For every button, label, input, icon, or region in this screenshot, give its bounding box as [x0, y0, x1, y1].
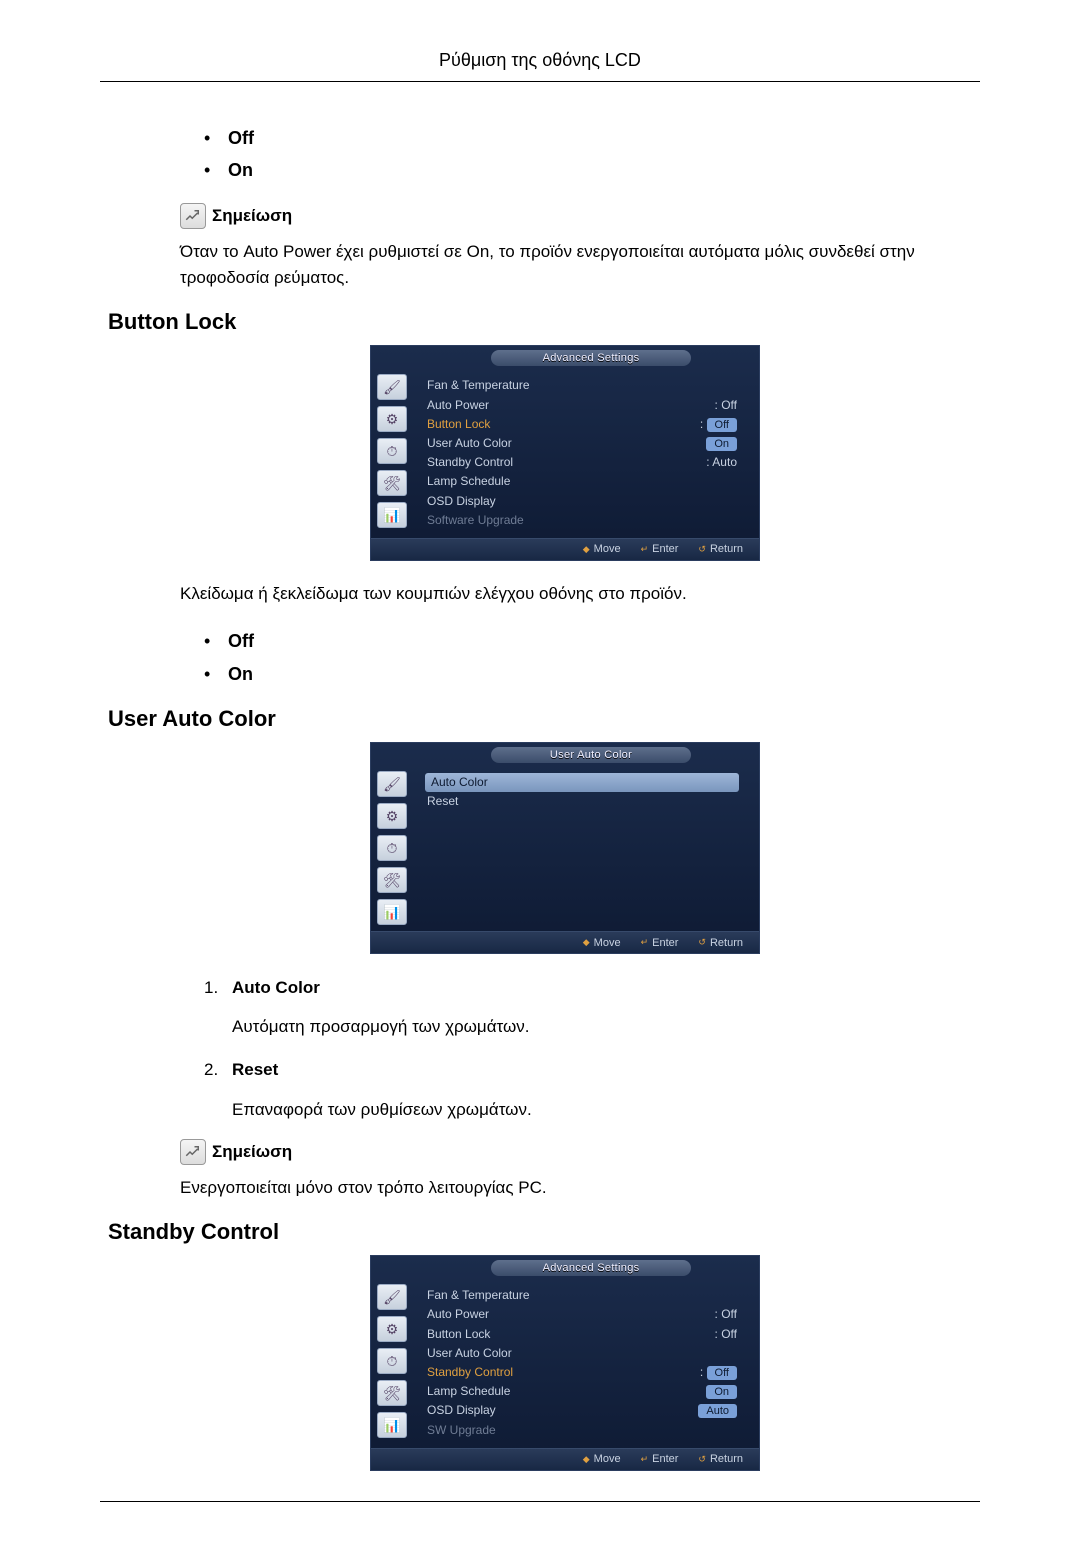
osd-item-label: User Auto Color [427, 434, 512, 453]
note-icon [180, 1139, 206, 1165]
gear-icon: 🛠 [377, 470, 407, 496]
note-label: Σημείωση [212, 206, 292, 226]
note-icon [180, 203, 206, 229]
section-desc: Κλείδωμα ή ξεκλείδωμα των κουμπιών ελέγχ… [180, 581, 950, 607]
osd-title: Advanced Settings [491, 350, 691, 366]
slider-icon: ⚙ [377, 1316, 407, 1342]
osd-title: User Auto Color [491, 747, 691, 763]
osd-panel-advanced-settings: Advanced Settings 🖌 ⚙ ⏱ 🛠 📊 Fan & Temper… [370, 1255, 760, 1471]
osd-title: Advanced Settings [491, 1260, 691, 1276]
osd-item-label: User Auto Color [427, 1344, 512, 1363]
page-footer-rule [100, 1501, 980, 1511]
osd-item-label: Button Lock [427, 415, 490, 434]
osd-value-chip: Auto [698, 1404, 737, 1418]
gear-icon: 🛠 [377, 1380, 407, 1406]
note-text: Ενεργοποιείται μόνο στον τρόπο λειτουργί… [180, 1175, 950, 1201]
page-title: Ρύθμιση της οθόνης LCD [100, 50, 980, 82]
list-item: Reset Επαναφορά των ρυθμίσεων χρωμάτων. [204, 1056, 950, 1122]
osd-panel-advanced-settings: Advanced Settings 🖌 ⚙ ⏱ 🛠 📊 Fan & Temper… [370, 345, 760, 561]
option-list: •Off •On [204, 625, 950, 690]
osd-item-label: SW Upgrade [427, 1421, 496, 1440]
note-text: Όταν το Auto Power έχει ρυθμιστεί σε On,… [180, 239, 950, 292]
osd-item-label: Button Lock [427, 1325, 490, 1344]
clock-icon: ⏱ [377, 835, 407, 861]
osd-footer-hints: ◆Move ↵Enter ↺Return [371, 538, 759, 560]
osd-item-label: OSD Display [427, 1401, 496, 1420]
chart-icon: 📊 [377, 502, 407, 528]
osd-item: Reset [425, 792, 739, 811]
osd-screenshot: Advanced Settings 🖌 ⚙ ⏱ 🛠 📊 Fan & Temper… [180, 1255, 950, 1471]
osd-item-label: Lamp Schedule [427, 1382, 510, 1401]
paint-icon: 🖌 [377, 374, 407, 400]
note-heading: Σημείωση [180, 203, 950, 229]
osd-screenshot: User Auto Color 🖌 ⚙ ⏱ 🛠 📊 Auto Color Res… [180, 742, 950, 954]
list-item: •Off [204, 122, 950, 154]
chart-icon: 📊 [377, 1412, 407, 1438]
list-item: •On [204, 154, 950, 186]
numbered-list: Auto Color Αυτόματη προσαρμογή των χρωμά… [204, 974, 950, 1123]
osd-item-label: Standby Control [427, 1363, 513, 1382]
osd-panel-user-auto-color: User Auto Color 🖌 ⚙ ⏱ 🛠 📊 Auto Color Res… [370, 742, 760, 954]
document-page: Ρύθμιση της οθόνης LCD •Off •On Σημείωση… [0, 0, 1080, 1551]
osd-item-label: Fan & Temperature [427, 376, 530, 395]
osd-item-selected: Auto Color [425, 773, 739, 792]
osd-item-label: Lamp Schedule [427, 472, 510, 491]
osd-menu-list: Fan & Temperature Auto Power: Off Button… [415, 1278, 759, 1448]
osd-icon-column: 🖌 ⚙ ⏱ 🛠 📊 [371, 368, 415, 538]
osd-value-chip: On [706, 437, 737, 451]
osd-item-label: Software Upgrade [427, 511, 524, 530]
note-label: Σημείωση [212, 1142, 292, 1162]
list-item: •Off [204, 625, 950, 657]
osd-screenshot: Advanced Settings 🖌 ⚙ ⏱ 🛠 📊 Fan & Temper… [180, 345, 950, 561]
slider-icon: ⚙ [377, 803, 407, 829]
slider-icon: ⚙ [377, 406, 407, 432]
option-list: •Off •On [204, 122, 950, 187]
osd-value-chip: Off [707, 418, 737, 432]
list-item: •On [204, 658, 950, 690]
note-heading: Σημείωση [180, 1139, 950, 1165]
page-content: •Off •On Σημείωση Όταν το Auto Power έχε… [100, 122, 980, 1471]
osd-item-label: OSD Display [427, 492, 496, 511]
osd-item-label: Auto Power [427, 396, 489, 415]
osd-icon-column: 🖌 ⚙ ⏱ 🛠 📊 [371, 765, 415, 931]
section-heading-button-lock: Button Lock [108, 309, 950, 335]
osd-footer-hints: ◆Move ↵Enter ↺Return [371, 931, 759, 953]
osd-item-label: Auto Power [427, 1305, 489, 1324]
gear-icon: 🛠 [377, 867, 407, 893]
section-heading-user-auto-color: User Auto Color [108, 706, 950, 732]
list-item: Auto Color Αυτόματη προσαρμογή των χρωμά… [204, 974, 950, 1040]
clock-icon: ⏱ [377, 438, 407, 464]
osd-item-label: Fan & Temperature [427, 1286, 530, 1305]
clock-icon: ⏱ [377, 1348, 407, 1374]
osd-menu-list: Auto Color Reset [415, 765, 759, 931]
section-heading-standby-control: Standby Control [108, 1219, 950, 1245]
osd-footer-hints: ◆Move ↵Enter ↺Return [371, 1448, 759, 1470]
chart-icon: 📊 [377, 899, 407, 925]
paint-icon: 🖌 [377, 1284, 407, 1310]
osd-value-chip: On [706, 1385, 737, 1399]
osd-value-chip: Off [707, 1366, 737, 1380]
osd-item-label: Standby Control [427, 453, 513, 472]
osd-menu-list: Fan & Temperature Auto Power: Off Button… [415, 368, 759, 538]
paint-icon: 🖌 [377, 771, 407, 797]
osd-icon-column: 🖌 ⚙ ⏱ 🛠 📊 [371, 1278, 415, 1448]
